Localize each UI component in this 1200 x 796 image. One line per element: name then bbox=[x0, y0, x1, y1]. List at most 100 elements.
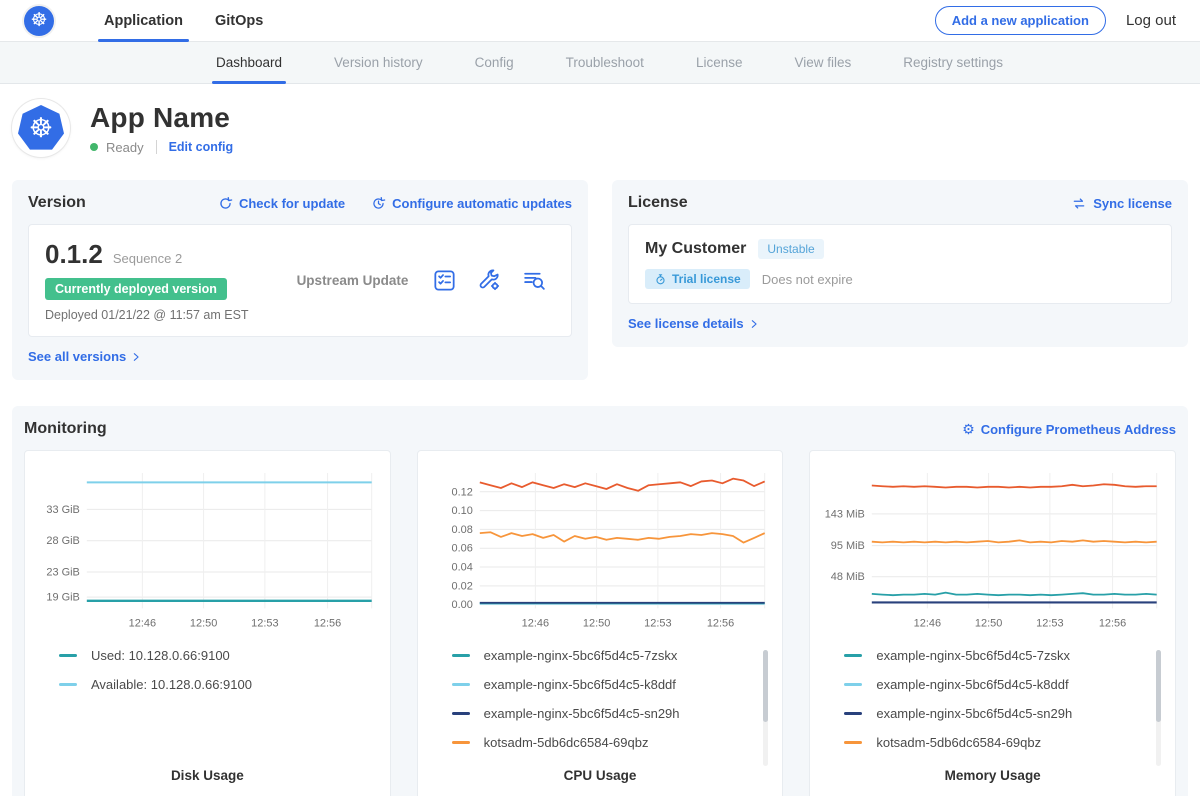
add-application-button[interactable]: Add a new application bbox=[935, 6, 1106, 35]
legend-item: example-nginx-5bc6f5d4c5-k8ddf bbox=[844, 677, 1165, 692]
subnav-tab-troubleshoot[interactable]: Troubleshoot bbox=[540, 42, 670, 83]
top-nav: ☸ ApplicationGitOps Add a new applicatio… bbox=[0, 0, 1200, 42]
app-status-text: Ready bbox=[106, 140, 144, 155]
subnav-tab-view-files[interactable]: View files bbox=[768, 42, 877, 83]
app-logo: ☸ bbox=[12, 99, 70, 157]
legend-dash bbox=[844, 712, 862, 715]
app-subnav: DashboardVersion historyConfigTroublesho… bbox=[0, 42, 1200, 84]
kubernetes-wheel-icon: ☸ bbox=[18, 105, 64, 151]
ready-status-dot bbox=[90, 143, 98, 151]
svg-text:0.06: 0.06 bbox=[451, 543, 472, 555]
legend-dash bbox=[452, 654, 470, 657]
legend-dash bbox=[844, 654, 862, 657]
legend-item: Available: 10.128.0.66:9100 bbox=[59, 677, 380, 692]
svg-text:12:53: 12:53 bbox=[644, 617, 671, 629]
deploy-logs-icon[interactable] bbox=[522, 268, 547, 293]
svg-text:143 MiB: 143 MiB bbox=[825, 508, 865, 520]
memory-usage-legend: example-nginx-5bc6f5d4c5-7zskx example-ng… bbox=[820, 648, 1165, 768]
customer-name: My Customer bbox=[645, 240, 746, 258]
legend-label: kotsadm-5db6dc6584-69qbz bbox=[484, 735, 649, 750]
series-line bbox=[872, 593, 1157, 596]
legend-scrollbar[interactable] bbox=[763, 650, 768, 766]
trial-license-badge: Trial license bbox=[645, 269, 750, 289]
app-header: ☸ App Name Ready Edit config bbox=[0, 84, 1200, 172]
logout-link[interactable]: Log out bbox=[1126, 12, 1176, 29]
svg-text:12:53: 12:53 bbox=[1037, 617, 1064, 629]
svg-text:12:56: 12:56 bbox=[1099, 617, 1126, 629]
legend-dash bbox=[59, 654, 77, 657]
version-number: 0.1.2 bbox=[45, 239, 103, 270]
sync-license-label: Sync license bbox=[1093, 196, 1172, 211]
svg-text:12:46: 12:46 bbox=[129, 617, 156, 629]
memory-usage-chart: 143 MiB95 MiB48 MiB12:4612:5012:5312:56 bbox=[820, 463, 1165, 634]
cpu-usage-legend: example-nginx-5bc6f5d4c5-7zskx example-ng… bbox=[428, 648, 773, 768]
legend-dash bbox=[452, 683, 470, 686]
svg-text:0.10: 0.10 bbox=[451, 505, 472, 517]
edit-config-wrench-icon[interactable] bbox=[477, 268, 502, 293]
subnav-tab-license[interactable]: License bbox=[670, 42, 769, 83]
subnav-tab-dashboard[interactable]: Dashboard bbox=[190, 42, 308, 83]
license-card: License Sync license My Customer Unstabl… bbox=[612, 180, 1188, 347]
refresh-icon bbox=[218, 196, 233, 211]
svg-text:12:56: 12:56 bbox=[314, 617, 341, 629]
svg-text:0.00: 0.00 bbox=[451, 599, 472, 611]
edit-config-link[interactable]: Edit config bbox=[169, 140, 234, 154]
svg-text:0.02: 0.02 bbox=[451, 580, 472, 592]
preflight-checks-icon[interactable] bbox=[432, 268, 457, 293]
svg-text:12:50: 12:50 bbox=[583, 617, 610, 629]
license-card-title: License bbox=[628, 194, 688, 212]
legend-item: kotsadm-5db6dc6584-69qbz bbox=[844, 735, 1165, 750]
subnav-tab-version-history[interactable]: Version history bbox=[308, 42, 449, 83]
kubernetes-logo-icon: ☸ bbox=[24, 6, 54, 36]
svg-text:23 GiB: 23 GiB bbox=[46, 567, 79, 579]
legend-scrollbar-thumb[interactable] bbox=[1156, 650, 1161, 722]
legend-dash bbox=[452, 712, 470, 715]
legend-dash bbox=[59, 683, 77, 686]
svg-text:19 GiB: 19 GiB bbox=[46, 592, 79, 604]
legend-label: example-nginx-5bc6f5d4c5-sn29h bbox=[484, 706, 680, 721]
series-line bbox=[872, 484, 1157, 487]
divider bbox=[156, 140, 157, 154]
cpu-usage-panel: 0.120.100.080.060.040.020.0012:4612:5012… bbox=[417, 450, 784, 796]
legend-label: example-nginx-5bc6f5d4c5-k8ddf bbox=[484, 677, 676, 692]
legend-item: example-nginx-5bc6f5d4c5-sn29h bbox=[844, 706, 1165, 721]
chart-title: CPU Usage bbox=[428, 768, 773, 789]
svg-text:0.04: 0.04 bbox=[451, 562, 472, 574]
sync-arrows-icon bbox=[1071, 196, 1087, 211]
top-tab-gitops[interactable]: GitOps bbox=[199, 0, 279, 41]
see-license-details-link[interactable]: See license details bbox=[628, 316, 759, 331]
deployed-badge: Currently deployed version bbox=[45, 278, 227, 300]
see-all-versions-link[interactable]: See all versions bbox=[28, 349, 141, 364]
svg-text:0.08: 0.08 bbox=[451, 524, 472, 536]
memory-usage-panel: 143 MiB95 MiB48 MiB12:4612:5012:5312:56 … bbox=[809, 450, 1176, 796]
legend-scrollbar[interactable] bbox=[1156, 650, 1161, 766]
legend-dash bbox=[844, 683, 862, 686]
legend-item: example-nginx-5bc6f5d4c5-k8ddf bbox=[452, 677, 773, 692]
cpu-usage-chart: 0.120.100.080.060.040.020.0012:4612:5012… bbox=[428, 463, 773, 634]
configure-prometheus-link[interactable]: ⚙ Configure Prometheus Address bbox=[962, 422, 1176, 437]
legend-scrollbar-thumb[interactable] bbox=[763, 650, 768, 722]
check-for-update-link[interactable]: Check for update bbox=[218, 196, 345, 211]
configure-auto-updates-link[interactable]: Configure automatic updates bbox=[371, 196, 572, 211]
app-title: App Name bbox=[90, 102, 233, 134]
legend-label: kotsadm-5db6dc6584-69qbz bbox=[876, 735, 1041, 750]
sync-license-link[interactable]: Sync license bbox=[1071, 196, 1172, 211]
legend-item: example-nginx-5bc6f5d4c5-7zskx bbox=[844, 648, 1165, 663]
top-tab-application[interactable]: Application bbox=[88, 0, 199, 41]
subnav-tab-registry-settings[interactable]: Registry settings bbox=[877, 42, 1029, 83]
check-for-update-label: Check for update bbox=[239, 196, 345, 211]
legend-label: example-nginx-5bc6f5d4c5-sn29h bbox=[876, 706, 1072, 721]
chart-title: Memory Usage bbox=[820, 768, 1165, 789]
deployed-timestamp: Deployed 01/21/22 @ 11:57 am EST bbox=[45, 308, 249, 322]
svg-text:33 GiB: 33 GiB bbox=[46, 504, 79, 516]
see-all-versions-label: See all versions bbox=[28, 349, 126, 364]
series-line bbox=[872, 540, 1157, 542]
legend-item: example-nginx-5bc6f5d4c5-7zskx bbox=[452, 648, 773, 663]
legend-item: kotsadm-5db6dc6584-69qbz bbox=[452, 735, 773, 750]
subnav-tab-config[interactable]: Config bbox=[449, 42, 540, 83]
disk-usage-legend: Used: 10.128.0.66:9100Available: 10.128.… bbox=[35, 648, 380, 768]
series-line bbox=[479, 479, 764, 491]
disk-usage-panel: 33 GiB28 GiB23 GiB19 GiB12:4612:5012:531… bbox=[24, 450, 391, 796]
legend-dash bbox=[452, 741, 470, 744]
svg-text:0.12: 0.12 bbox=[451, 486, 472, 498]
